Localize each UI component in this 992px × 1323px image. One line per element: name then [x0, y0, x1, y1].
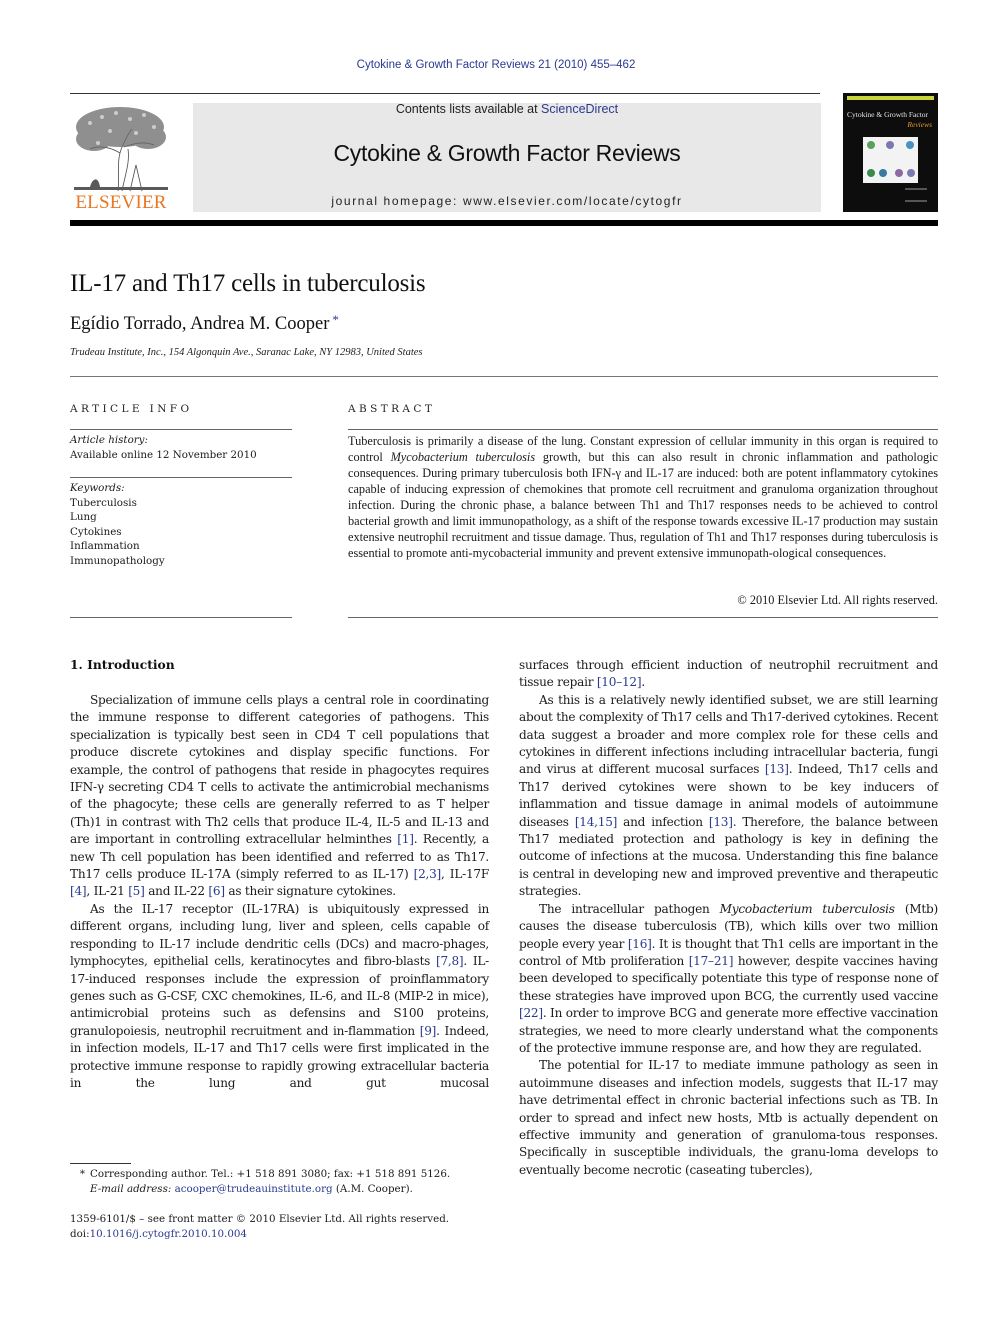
- citation-link[interactable]: [5]: [128, 884, 145, 898]
- corresponding-author-marker[interactable]: *: [332, 312, 339, 327]
- front-matter: 1359-6101/$ – see front matter © 2010 El…: [70, 1212, 500, 1242]
- paragraph-continued: surfaces through efficient induction of …: [519, 657, 938, 692]
- citation-link[interactable]: [13]: [709, 815, 733, 829]
- citation-link[interactable]: [10–12]: [597, 675, 642, 689]
- article-title: IL-17 and Th17 cells in tuberculosis: [70, 270, 426, 297]
- citation-link[interactable]: [2,3]: [414, 867, 442, 881]
- cover-banner: [847, 96, 934, 100]
- article-history: Article history: Available online 12 Nov…: [70, 433, 292, 462]
- running-head[interactable]: Cytokine & Growth Factor Reviews 21 (201…: [0, 59, 992, 71]
- paragraph: Specialization of immune cells plays a c…: [70, 692, 489, 901]
- text: , IL-17F: [441, 867, 489, 882]
- citation-link[interactable]: [13]: [765, 762, 789, 776]
- paragraph: The potential for IL-17 to mediate immun…: [519, 1057, 938, 1179]
- text: and IL-22: [144, 884, 209, 899]
- divider: [70, 376, 938, 377]
- footnote-rule: [70, 1163, 131, 1164]
- journal-cover-thumbnail[interactable]: Cytokine & Growth Factor Reviews: [843, 93, 938, 212]
- footnote: * Corresponding author. Tel.: +1 518 891 …: [70, 1167, 490, 1197]
- email-suffix: (A.M. Cooper).: [332, 1183, 413, 1195]
- abstract-text: Tuberculosis is primarily a disease of t…: [348, 433, 938, 561]
- citation-link[interactable]: [1]: [397, 832, 414, 846]
- authors: Egídio Torrado, Andrea M. Cooper *: [70, 312, 339, 335]
- journal-name: Cytokine & Growth Factor Reviews: [333, 140, 681, 166]
- history-value: Available online 12 November 2010: [70, 448, 257, 461]
- cover-title: Cytokine & Growth Factor: [847, 110, 929, 119]
- homepage-prefix: journal homepage:: [331, 194, 463, 208]
- cover-text: [905, 188, 927, 202]
- organism-name: Mycobacterium tuberculosis: [390, 450, 536, 464]
- paragraph: As the IL-17 receptor (IL-17RA) is ubiqu…: [70, 901, 489, 1092]
- email-link[interactable]: acooper@trudeauinstitute.org: [175, 1183, 333, 1195]
- affiliation: Trudeau Institute, Inc., 154 Algonquin A…: [70, 347, 423, 358]
- paragraph: As this is a relatively newly identified…: [519, 692, 938, 901]
- divider: [70, 477, 292, 478]
- text: and infection: [617, 814, 709, 829]
- text: Specialization of immune cells plays a c…: [70, 693, 489, 847]
- divider: [70, 429, 292, 430]
- history-label: Article history:: [70, 434, 148, 446]
- organism-name: Mycobacterium tuberculosis: [719, 901, 895, 916]
- body-column-right: surfaces through efficient induction of …: [519, 657, 938, 1179]
- section-heading-introduction: 1. Introduction: [70, 657, 175, 672]
- sciencedirect-link[interactable]: ScienceDirect: [541, 102, 618, 116]
- body-column-left: Specialization of immune cells plays a c…: [70, 692, 489, 1092]
- publisher-name: ELSEVIER: [75, 192, 167, 213]
- masthead-rule: [70, 220, 938, 226]
- divider: [348, 617, 938, 618]
- keyword: Lung: [70, 511, 97, 523]
- text: surfaces through efficient induction of …: [519, 658, 938, 690]
- doi-label: doi:: [70, 1228, 90, 1240]
- citation-link[interactable]: [4]: [70, 884, 87, 898]
- keyword: Immunopathology: [70, 554, 165, 567]
- paragraph: The intracellular pathogen Mycobacterium…: [519, 901, 938, 1058]
- text: .: [641, 675, 645, 690]
- keyword: Tuberculosis: [70, 496, 137, 509]
- citation-link[interactable]: [22]: [519, 1006, 543, 1020]
- homepage-line: journal homepage: www.elsevier.com/locat…: [193, 194, 821, 208]
- text: The potential for IL-17 to mediate immun…: [519, 1058, 938, 1177]
- text: As the IL-17 receptor (IL-17RA) is ubiqu…: [70, 901, 489, 969]
- corresponding-author-note: Corresponding author. Tel.: +1 518 891 3…: [90, 1168, 451, 1180]
- cover-figure: [863, 137, 918, 183]
- abstract-heading: ABSTRACT: [348, 403, 436, 415]
- citation-link[interactable]: [17–21]: [689, 954, 734, 968]
- issn-line: 1359-6101/$ – see front matter © 2010 El…: [70, 1213, 450, 1225]
- citation-link[interactable]: [6]: [208, 884, 225, 898]
- top-rule: [70, 93, 820, 94]
- keyword: Cytokines: [70, 525, 122, 538]
- keywords: Keywords: Tuberculosis Lung Cytokines In…: [70, 481, 292, 568]
- email-label: E-mail address:: [90, 1183, 172, 1195]
- abstract-part: growth, but this can also result in chro…: [348, 450, 939, 560]
- text: , IL-21: [86, 884, 129, 899]
- article-info-heading: ARTICLE INFO: [70, 403, 193, 415]
- text: The intracellular pathogen: [539, 901, 720, 916]
- contents-prefix: Contents lists available at: [395, 102, 542, 116]
- cover-subtitle: Reviews: [907, 120, 932, 129]
- text: . In order to improve BCG and generate m…: [519, 1006, 938, 1055]
- doi-link[interactable]: 10.1016/j.cytogfr.2010.10.004: [90, 1228, 247, 1240]
- keywords-label: Keywords:: [70, 482, 125, 494]
- text: as their signature cytokines.: [224, 884, 396, 899]
- divider: [348, 429, 938, 430]
- homepage-link[interactable]: www.elsevier.com/locate/cytogfr: [463, 194, 683, 208]
- abstract-copyright: © 2010 Elsevier Ltd. All rights reserved…: [737, 593, 938, 607]
- contents-line: Contents lists available at ScienceDirec…: [193, 102, 821, 116]
- citation-link[interactable]: [14,15]: [575, 815, 618, 829]
- citation-link[interactable]: [9]: [420, 1024, 437, 1038]
- citation-link[interactable]: [16]: [628, 937, 652, 951]
- keyword: Inflammation: [70, 540, 140, 552]
- divider: [70, 617, 292, 618]
- author-names: Egídio Torrado, Andrea M. Cooper: [70, 314, 330, 334]
- footnote-marker: *: [79, 1168, 85, 1180]
- citation-link[interactable]: [7,8]: [436, 954, 464, 968]
